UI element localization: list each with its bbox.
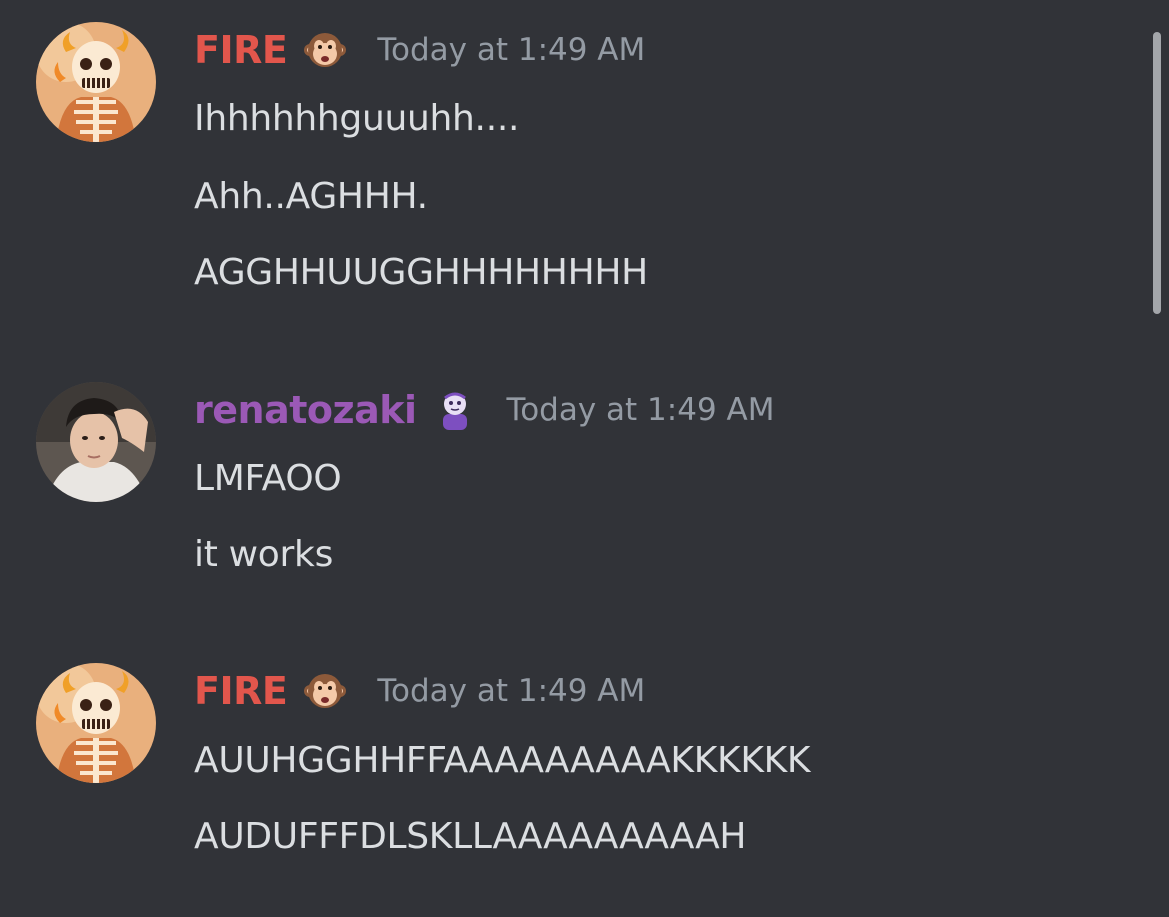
message-text: AUUHGGHHFFAAAAAAAAAKKKKKK xyxy=(194,740,811,781)
purple-creature-icon[interactable] xyxy=(433,388,477,432)
username[interactable]: FIRE xyxy=(194,669,288,713)
username[interactable]: FIRE xyxy=(194,28,288,72)
message-header: renatozaki Today at 1:49 AM xyxy=(194,382,774,438)
message-header: FIRE Today at 1:49 AM xyxy=(194,663,645,719)
message-text: AUDUFFFDLSKLLAAAAAAAAAH xyxy=(194,816,747,857)
avatar-fire[interactable] xyxy=(36,22,156,142)
skeleton-avatar-icon xyxy=(36,22,156,142)
scrollbar[interactable] xyxy=(1149,0,1169,917)
scrollbar-thumb[interactable] xyxy=(1153,32,1161,314)
timestamp[interactable]: Today at 1:49 AM xyxy=(507,392,775,428)
chat-message-list: FIRE Today at 1:49 AM Ihhhhhhguuuhh.... … xyxy=(0,0,1169,917)
skeleton-avatar-icon xyxy=(36,663,156,783)
message-text: AGGHHUUGGHHHHHHHH xyxy=(194,252,648,293)
timestamp[interactable]: Today at 1:49 AM xyxy=(377,673,645,709)
message-text: Ihhhhhhguuuhh.... xyxy=(194,98,520,139)
avatar-renatozaki[interactable] xyxy=(36,382,156,502)
message-text: it works xyxy=(194,534,334,575)
avatar-fire[interactable] xyxy=(36,663,156,783)
monkey-face-icon[interactable] xyxy=(303,669,347,713)
username[interactable]: renatozaki xyxy=(194,388,417,432)
message-text: LMFAOO xyxy=(194,458,342,499)
person-photo-avatar-icon xyxy=(36,382,156,502)
message-header: FIRE Today at 1:49 AM xyxy=(194,22,645,78)
message-text: Ahh..AGHHH. xyxy=(194,176,428,217)
timestamp[interactable]: Today at 1:49 AM xyxy=(377,32,645,68)
monkey-face-icon[interactable] xyxy=(303,28,347,72)
